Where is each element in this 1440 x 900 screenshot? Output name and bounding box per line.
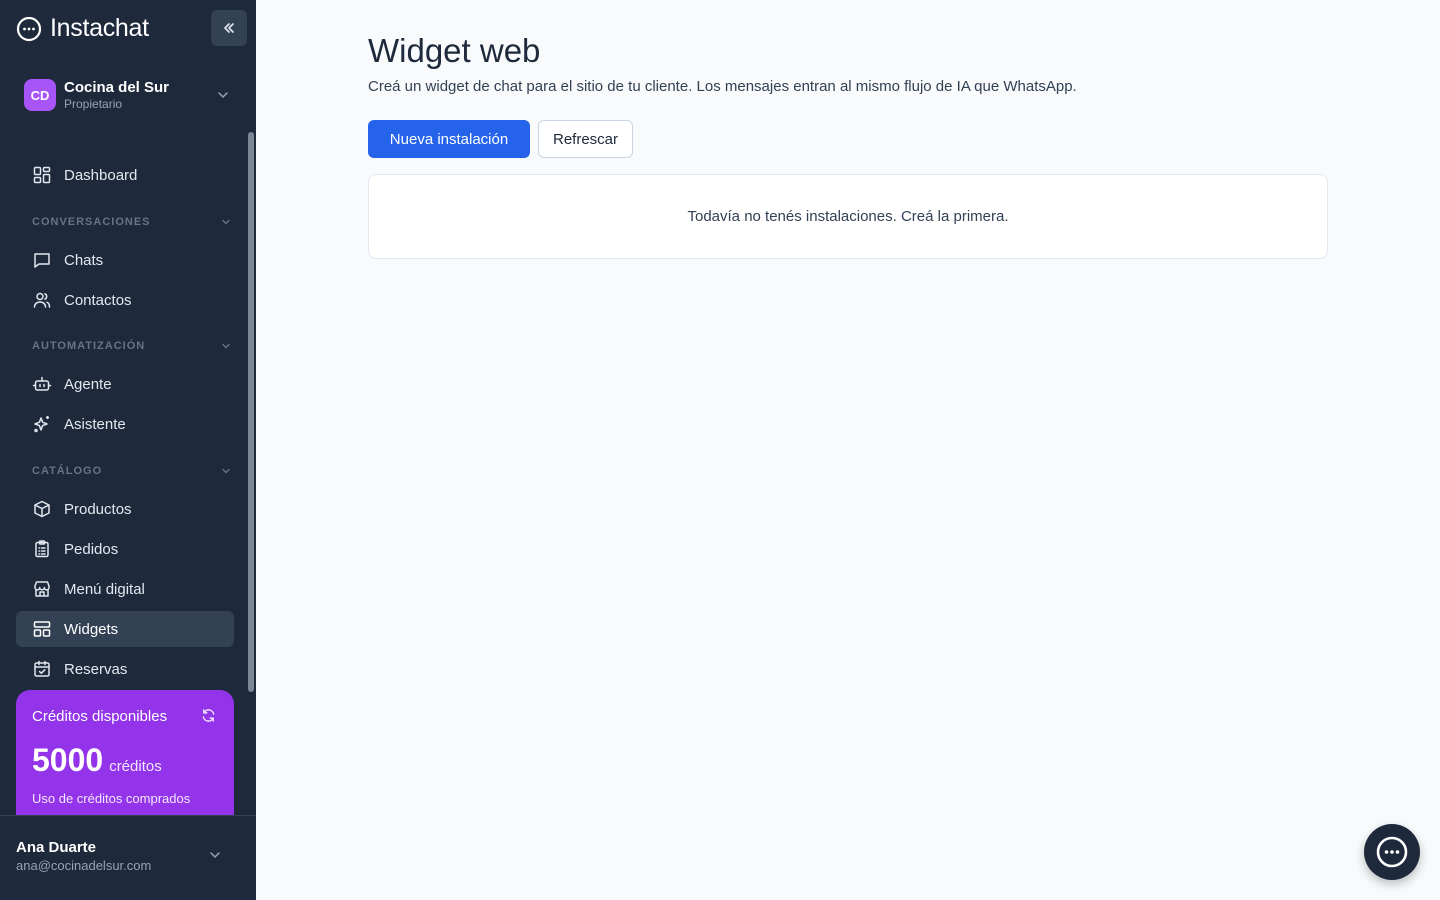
new-installation-button[interactable]: Nueva instalación bbox=[368, 120, 530, 158]
credits-title: Créditos disponibles bbox=[32, 708, 168, 725]
clipboard-list-icon bbox=[35, 540, 49, 558]
sidebar-item-label: Productos bbox=[64, 500, 132, 518]
credits-subtitle: Uso de créditos comprados bbox=[32, 791, 191, 806]
credits-amount: 5000 bbox=[32, 742, 104, 778]
user-name: Ana Duarte bbox=[16, 839, 97, 856]
users-icon bbox=[33, 292, 51, 308]
refresh-icon bbox=[202, 709, 215, 722]
sidebar-header: Instachat bbox=[0, 0, 256, 56]
page-description: Creá un widget de chat para el sitio de … bbox=[368, 78, 1077, 95]
calendar-check-icon bbox=[34, 660, 50, 677]
sidebar-item-label: Asistente bbox=[64, 415, 126, 433]
refresh-credits-button[interactable] bbox=[201, 708, 216, 728]
sidebar-item-label: Reservas bbox=[64, 660, 128, 678]
sidebar: Instachat CD Cocina del Sur Propietario … bbox=[0, 0, 256, 900]
sidebar-item-menu-digital[interactable]: Menú digital bbox=[16, 571, 234, 607]
bot-icon bbox=[32, 376, 52, 391]
workspace-name: Cocina del Sur bbox=[64, 79, 170, 96]
sidebar-item-reservas[interactable]: Reservas bbox=[16, 651, 234, 687]
empty-state-message: Todavía no tenés instalaciones. Creá la … bbox=[687, 208, 1009, 225]
chevron-down-icon bbox=[222, 468, 230, 474]
page-title: Widget web bbox=[368, 32, 541, 69]
app-name: Instachat bbox=[50, 14, 149, 42]
chevrons-left-icon bbox=[224, 23, 234, 33]
chevron-down-icon bbox=[218, 92, 228, 99]
sparkles-icon bbox=[34, 416, 49, 433]
empty-state-card: Todavía no tenés instalaciones. Creá la … bbox=[368, 174, 1328, 259]
sidebar-item-label: Dashboard bbox=[64, 166, 138, 184]
refresh-button[interactable]: Refrescar bbox=[538, 120, 633, 158]
store-icon bbox=[34, 581, 50, 597]
sidebar-item-dashboard[interactable]: Dashboard bbox=[16, 157, 234, 193]
sidebar-item-pedidos[interactable]: Pedidos bbox=[16, 531, 234, 567]
sidebar-item-chats[interactable]: Chats bbox=[16, 242, 234, 278]
section-conversaciones[interactable]: CONVERSACIONES bbox=[32, 212, 232, 232]
sidebar-item-contactos[interactable]: Contactos bbox=[16, 282, 234, 318]
main-content: Widget web Creá un widget de chat para e… bbox=[256, 0, 1440, 900]
layout-grid-icon bbox=[33, 166, 51, 184]
section-label: CATÁLOGO bbox=[32, 465, 103, 477]
message-square-icon bbox=[34, 253, 50, 268]
section-catalogo[interactable]: CATÁLOGO bbox=[32, 461, 232, 481]
chat-bubble-icon bbox=[1376, 836, 1408, 868]
workspace-avatar: CD bbox=[24, 79, 56, 111]
app-logo[interactable]: Instachat bbox=[16, 14, 149, 43]
section-automatizacion[interactable]: AUTOMATIZACIÓN bbox=[32, 336, 232, 356]
sidebar-item-widgets[interactable]: Widgets bbox=[16, 611, 234, 647]
credits-card: Créditos disponibles 5000 créditos Uso d… bbox=[16, 690, 234, 816]
sidebar-item-label: Chats bbox=[64, 251, 104, 269]
sidebar-item-asistente[interactable]: Asistente bbox=[16, 406, 234, 442]
section-label: CONVERSACIONES bbox=[32, 216, 151, 228]
chat-bubble-logo-icon bbox=[16, 16, 42, 41]
sidebar-item-label: Widgets bbox=[64, 620, 119, 638]
workspace-switcher[interactable]: CD Cocina del Sur Propietario bbox=[16, 72, 240, 118]
sidebar-item-label: Pedidos bbox=[64, 540, 119, 558]
chevron-down-icon bbox=[210, 852, 220, 859]
layout-panels-icon bbox=[33, 621, 51, 637]
sidebar-item-productos[interactable]: Productos bbox=[16, 491, 234, 527]
credits-unit: créditos bbox=[109, 758, 162, 775]
sidebar-item-label: Agente bbox=[64, 375, 112, 393]
user-email: ana@cocinadelsur.com bbox=[16, 858, 152, 873]
sidebar-item-agente[interactable]: Agente bbox=[16, 366, 234, 402]
section-label: AUTOMATIZACIÓN bbox=[32, 340, 146, 352]
chevron-down-icon bbox=[222, 343, 230, 349]
sidebar-scrollbar[interactable] bbox=[248, 132, 254, 692]
chevron-down-icon bbox=[222, 219, 230, 225]
sidebar-item-label: Menú digital bbox=[64, 580, 145, 598]
sidebar-item-label: Contactos bbox=[64, 291, 132, 309]
user-menu[interactable]: Ana Duarte ana@cocinadelsur.com bbox=[0, 815, 256, 900]
collapse-sidebar-button[interactable] bbox=[211, 10, 247, 46]
chat-widget-button[interactable] bbox=[1364, 824, 1420, 880]
package-icon bbox=[34, 500, 50, 518]
workspace-role: Propietario bbox=[64, 97, 123, 111]
